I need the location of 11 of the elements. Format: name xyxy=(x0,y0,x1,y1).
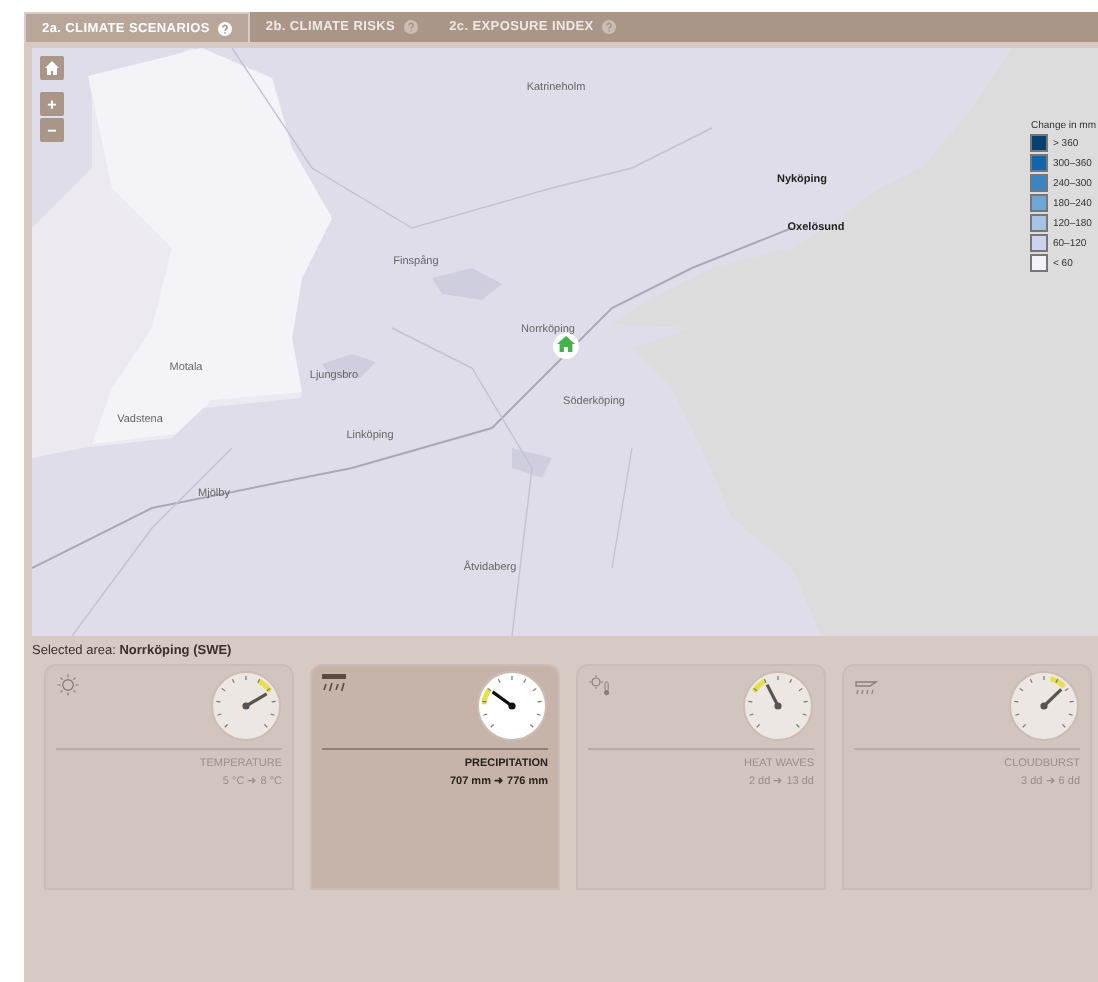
home-icon xyxy=(44,60,60,76)
sun-icon xyxy=(56,674,80,696)
home-marker-icon[interactable] xyxy=(553,333,579,359)
zoom-in-button[interactable]: + xyxy=(40,92,64,116)
home-button[interactable] xyxy=(40,56,64,80)
rain-icon xyxy=(322,674,346,696)
help-icon[interactable] xyxy=(601,20,616,34)
help-icon[interactable] xyxy=(217,21,232,35)
sun-thermometer-icon xyxy=(588,674,612,696)
zoom-out-button[interactable]: − xyxy=(40,118,64,142)
help-icon[interactable] xyxy=(403,20,418,34)
